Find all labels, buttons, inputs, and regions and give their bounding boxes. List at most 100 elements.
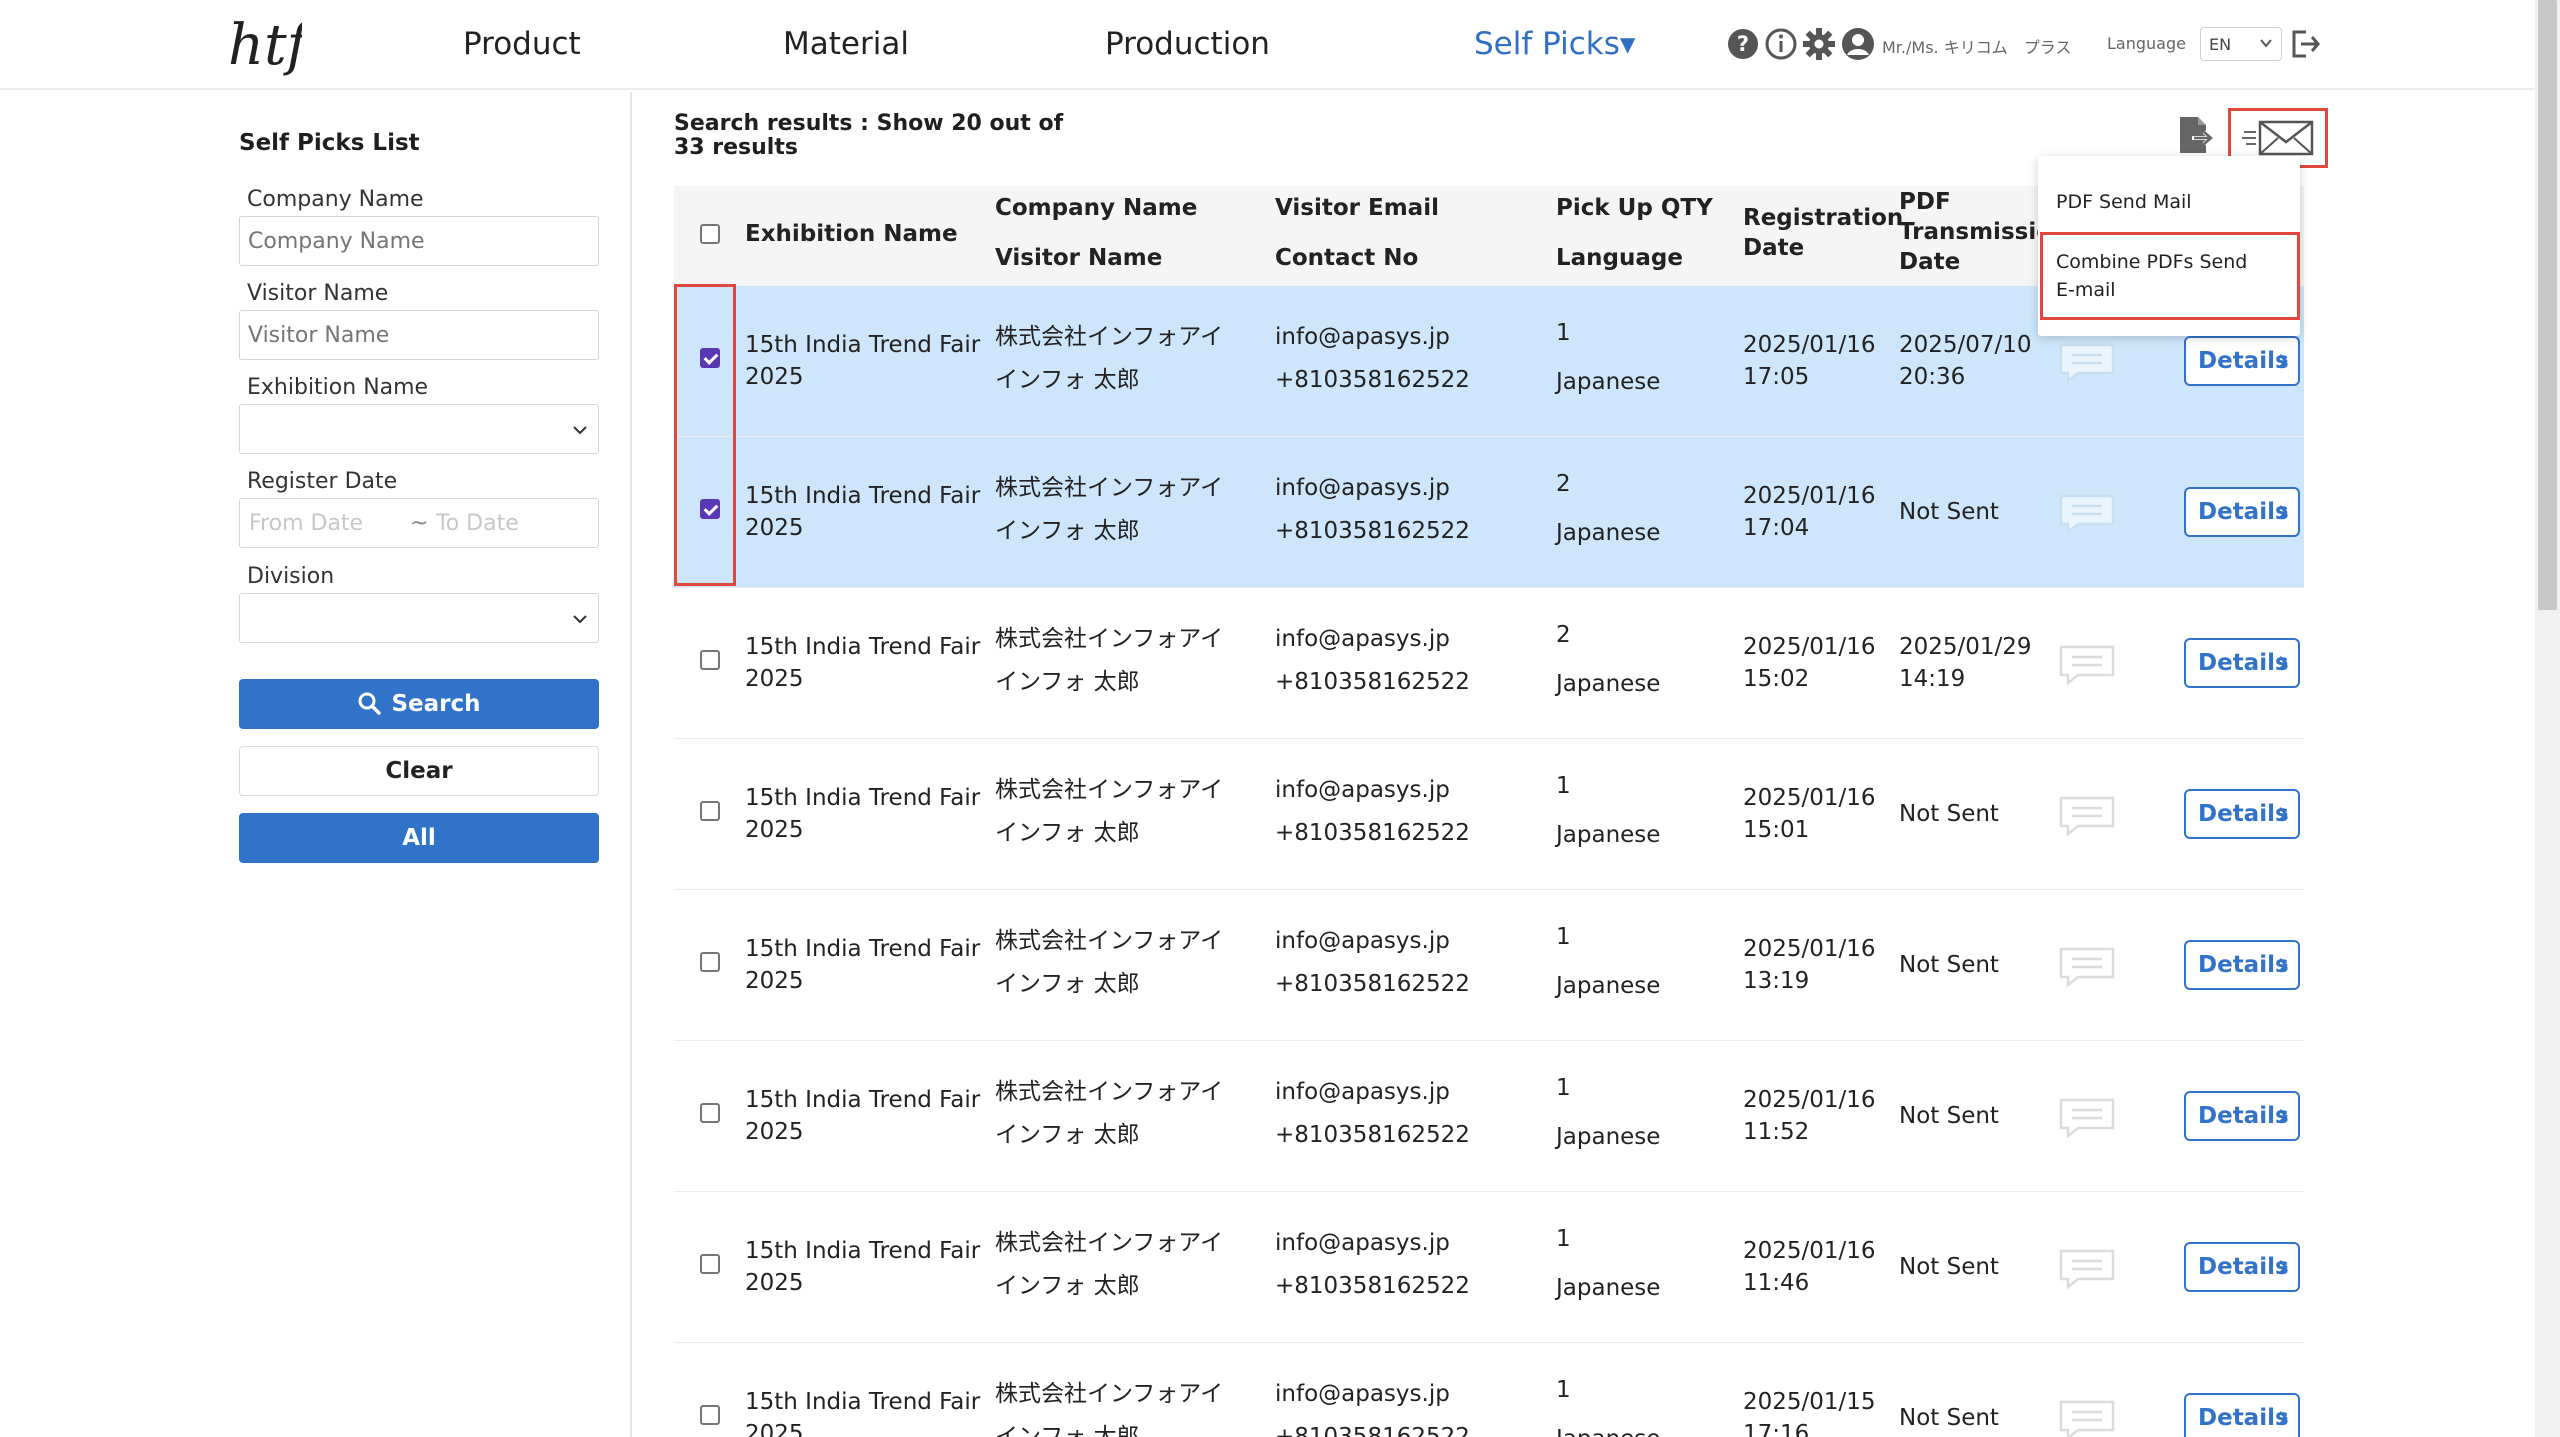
logo[interactable]: htf — [222, 6, 302, 82]
cell-company-name: 株式会社インフォアイ — [995, 475, 1224, 501]
nav-product[interactable]: Product — [463, 26, 581, 62]
results-summary: Search results : Show 20 out of 33 resul… — [674, 111, 1064, 160]
row-checkbox[interactable] — [700, 952, 720, 972]
table-row[interactable]: 15th India Trend Fair 2025 株式会社インフォアイ インフォ … — [674, 739, 2304, 890]
cell-contact-no: +810358162522 — [1275, 820, 1470, 846]
cell-pdf-date: 2025/07/10 — [1899, 332, 2032, 358]
row-checkbox[interactable] — [700, 650, 720, 670]
cell-exhibition-line2: 2025 — [745, 1421, 804, 1437]
cell-pdf-date: Not Sent — [1899, 801, 1999, 827]
cell-company-name: 株式会社インフォアイ — [995, 928, 1224, 954]
cell-registration-date: 2025/01/16 — [1743, 634, 1876, 660]
cell-visitor-email: info@apasys.jp — [1275, 1230, 1450, 1256]
message-icon[interactable] — [2058, 1097, 2116, 1139]
pdf-export-icon[interactable] — [2174, 114, 2216, 156]
from-date-input[interactable]: From Date — [249, 511, 363, 536]
cell-pick-up-qty: 1 — [1556, 1226, 1571, 1252]
col-visitor-email[interactable]: Visitor Email — [1275, 193, 1439, 223]
cell-exhibition-line1: 15th India Trend Fair — [745, 1087, 981, 1113]
search-icon — [358, 692, 382, 715]
message-icon[interactable] — [2058, 493, 2116, 535]
message-icon[interactable] — [2058, 795, 2116, 837]
col-exhibition-name[interactable]: Exhibition Name — [745, 219, 958, 249]
col-contact-no[interactable]: Contact No — [1275, 243, 1418, 273]
cell-exhibition-line2: 2025 — [745, 1119, 804, 1145]
visitor-name-input[interactable] — [239, 310, 599, 360]
table-row[interactable]: 15th India Trend Fair 2025 株式会社インフォアイ インフォ … — [674, 588, 2304, 739]
cell-registration-time: 15:01 — [1743, 817, 1810, 843]
cell-pdf-date: Not Sent — [1899, 952, 1999, 978]
col-company-name[interactable]: Company Name — [995, 193, 1197, 223]
table-row[interactable]: 15th India Trend Fair 2025 株式会社インフォアイ インフォ … — [674, 1192, 2304, 1343]
details-button[interactable]: Details — [2184, 487, 2300, 537]
col-registration-date[interactable]: Registration Date — [1743, 203, 1903, 263]
nav-self-picks[interactable]: Self Picks▾ — [1474, 26, 1635, 62]
date-range-separator: ~ — [410, 511, 429, 536]
col-pick-up-qty[interactable]: Pick Up QTY — [1556, 193, 1713, 223]
chevron-right-icon — [2279, 656, 2288, 670]
checkbox-highlight — [674, 284, 736, 586]
logout-icon[interactable] — [2288, 27, 2322, 61]
col-pdf-line1: PDF — [1899, 189, 1951, 215]
table-row[interactable]: 15th India Trend Fair 2025 株式会社インフォアイ インフォ … — [674, 1041, 2304, 1192]
nav-production[interactable]: Production — [1105, 26, 1270, 62]
table-row[interactable]: 15th India Trend Fair 2025 株式会社インフォアイ インフォ … — [674, 1343, 2304, 1437]
language-value: EN — [2209, 35, 2232, 54]
details-button[interactable]: Details — [2184, 940, 2300, 990]
chevron-right-icon — [2279, 354, 2288, 368]
table-row[interactable]: 15th India Trend Fair 2025 株式会社インフォアイ インフォ … — [674, 437, 2304, 588]
page-scrollbar[interactable] — [2535, 0, 2560, 1437]
all-button[interactable]: All — [239, 813, 599, 863]
cell-contact-no: +810358162522 — [1275, 1424, 1470, 1437]
cell-pdf-date: 2025/01/29 — [1899, 634, 2032, 660]
cell-pick-up-qty: 1 — [1556, 1377, 1571, 1403]
details-button[interactable]: Details — [2184, 638, 2300, 688]
division-select[interactable] — [239, 593, 599, 643]
cell-exhibition-line2: 2025 — [745, 817, 804, 843]
table-row[interactable]: 15th India Trend Fair 2025 株式会社インフォアイ インフォ … — [674, 890, 2304, 1041]
details-button[interactable]: Details — [2184, 1091, 2300, 1141]
cell-pick-up-qty: 1 — [1556, 773, 1571, 799]
help-icon[interactable]: ? — [1726, 27, 1760, 61]
nav-material[interactable]: Material — [783, 26, 909, 62]
cell-exhibition-line2: 2025 — [745, 364, 804, 390]
to-date-input[interactable]: To Date — [436, 511, 519, 536]
col-visitor-name[interactable]: Visitor Name — [995, 243, 1162, 273]
info-icon[interactable] — [1764, 27, 1798, 61]
row-checkbox[interactable] — [700, 801, 720, 821]
details-button[interactable]: Details — [2184, 336, 2300, 386]
exhibition-name-select[interactable] — [239, 404, 599, 454]
scrollbar-thumb[interactable] — [2538, 0, 2557, 610]
row-checkbox[interactable] — [700, 1254, 720, 1274]
row-checkbox[interactable] — [700, 1405, 720, 1425]
language-select[interactable]: EN — [2200, 27, 2282, 61]
cell-exhibition-line1: 15th India Trend Fair — [745, 785, 981, 811]
clear-button[interactable]: Clear — [239, 746, 599, 796]
company-name-input[interactable] — [239, 216, 599, 266]
cell-language: Japanese — [1556, 1275, 1661, 1301]
dropdown-pdf-send-mail[interactable]: PDF Send Mail — [2056, 188, 2192, 216]
select-all-checkbox[interactable] — [700, 224, 720, 244]
cell-language: Japanese — [1556, 520, 1661, 546]
details-button[interactable]: Details — [2184, 789, 2300, 839]
cell-contact-no: +810358162522 — [1275, 1273, 1470, 1299]
gear-icon[interactable] — [1802, 27, 1836, 61]
user-icon[interactable] — [1841, 27, 1875, 61]
col-language[interactable]: Language — [1556, 243, 1683, 273]
cell-visitor-email: info@apasys.jp — [1275, 928, 1450, 954]
cell-company-name: 株式会社インフォアイ — [995, 777, 1224, 803]
details-button[interactable]: Details — [2184, 1393, 2300, 1437]
cell-language: Japanese — [1556, 1423, 1660, 1437]
details-button[interactable]: Details — [2184, 1242, 2300, 1292]
message-icon[interactable] — [2058, 1399, 2116, 1437]
message-icon[interactable] — [2058, 342, 2116, 384]
row-checkbox[interactable] — [700, 1103, 720, 1123]
search-button[interactable]: Search — [239, 679, 599, 729]
cell-visitor-name: インフォ 太郎 — [995, 1122, 1140, 1148]
cell-visitor-email: info@apasys.jp — [1275, 777, 1450, 803]
message-icon[interactable] — [2058, 644, 2116, 686]
message-icon[interactable] — [2058, 946, 2116, 988]
cell-exhibition-line1: 15th India Trend Fair — [745, 634, 981, 660]
message-icon[interactable] — [2058, 1248, 2116, 1290]
chevron-right-icon — [2279, 807, 2288, 821]
